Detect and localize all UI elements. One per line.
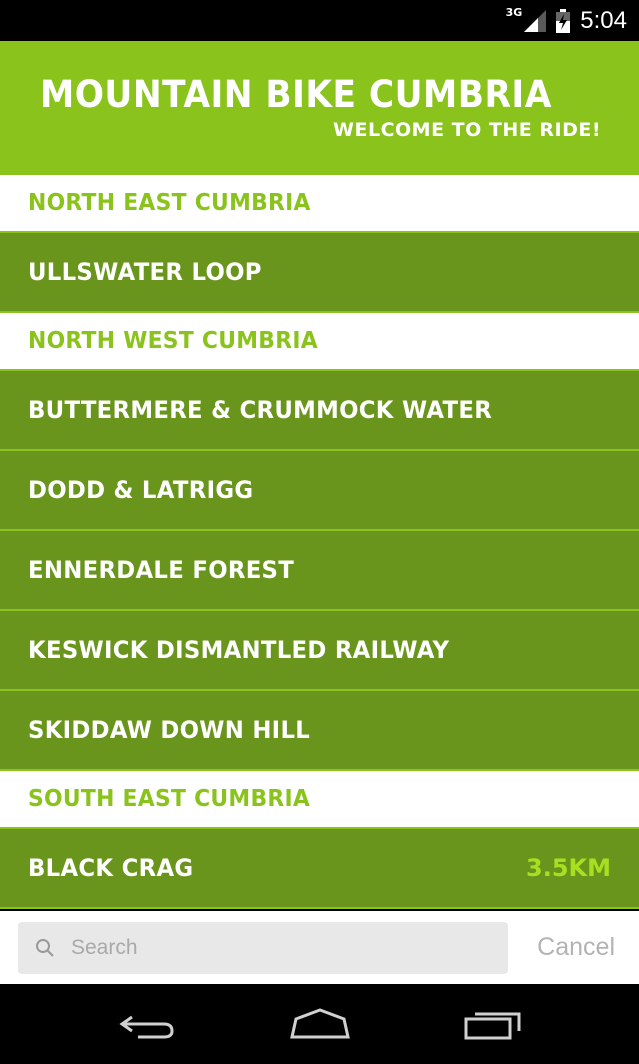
section-header: SOUTH EAST CUMBRIA <box>0 771 639 829</box>
route-row[interactable]: KESWICK DISMANTLED RAILWAY <box>0 611 639 691</box>
route-name: ULLSWATER LOOP <box>28 258 262 286</box>
search-input[interactable] <box>71 935 471 960</box>
section-header: NORTH WEST CUMBRIA <box>0 313 639 371</box>
navigation-bar <box>0 984 639 1064</box>
search-bar: Cancel <box>0 911 639 984</box>
section-title: NORTH EAST CUMBRIA <box>28 190 311 216</box>
back-icon <box>118 1015 174 1039</box>
route-row[interactable]: DODD & LATRIGG <box>0 451 639 531</box>
route-row[interactable]: SKIDDAW DOWN HILL <box>0 691 639 771</box>
home-button[interactable] <box>285 1004 355 1044</box>
app-subtitle: WELCOME TO THE RIDE! <box>333 119 601 141</box>
clock: 5:04 <box>580 6 627 34</box>
section-title: SOUTH EAST CUMBRIA <box>28 786 311 812</box>
route-list[interactable]: NORTH EAST CUMBRIA ULLSWATER LOOP NORTH … <box>0 175 639 911</box>
search-box[interactable] <box>18 921 508 974</box>
route-row[interactable]: ENNERDALE FOREST <box>0 531 639 611</box>
route-name: ENNERDALE FOREST <box>28 556 295 584</box>
route-name: BUTTERMERE & CRUMMOCK WATER <box>28 396 493 424</box>
status-bar: 3G 5:04 <box>0 0 639 41</box>
app-title: MOUNTAIN BIKE CUMBRIA <box>40 73 552 116</box>
back-button[interactable] <box>112 1004 182 1044</box>
route-name: SKIDDAW DOWN HILL <box>28 716 311 744</box>
section-header: NORTH EAST CUMBRIA <box>0 175 639 233</box>
battery-icon <box>556 8 571 33</box>
route-row[interactable]: BLACK CRAG 3.5KM <box>0 829 639 909</box>
route-distance: 3.5KM <box>526 854 611 882</box>
recents-button[interactable] <box>458 1004 528 1044</box>
network-type: 3G <box>505 6 523 19</box>
home-icon <box>289 1008 350 1039</box>
route-name: KESWICK DISMANTLED RAILWAY <box>28 636 450 664</box>
section-title: NORTH WEST CUMBRIA <box>28 328 318 354</box>
route-row[interactable]: BUTTERMERE & CRUMMOCK WATER <box>0 371 639 451</box>
search-icon <box>36 938 54 957</box>
app-header: MOUNTAIN BIKE CUMBRIA WELCOME TO THE RID… <box>0 41 639 175</box>
route-name: BLACK CRAG <box>28 854 194 882</box>
signal-icon <box>524 9 547 32</box>
cancel-button[interactable]: Cancel <box>537 933 615 962</box>
recents-icon <box>464 1012 520 1040</box>
route-name: DODD & LATRIGG <box>28 476 254 504</box>
route-row[interactable]: ULLSWATER LOOP <box>0 233 639 313</box>
